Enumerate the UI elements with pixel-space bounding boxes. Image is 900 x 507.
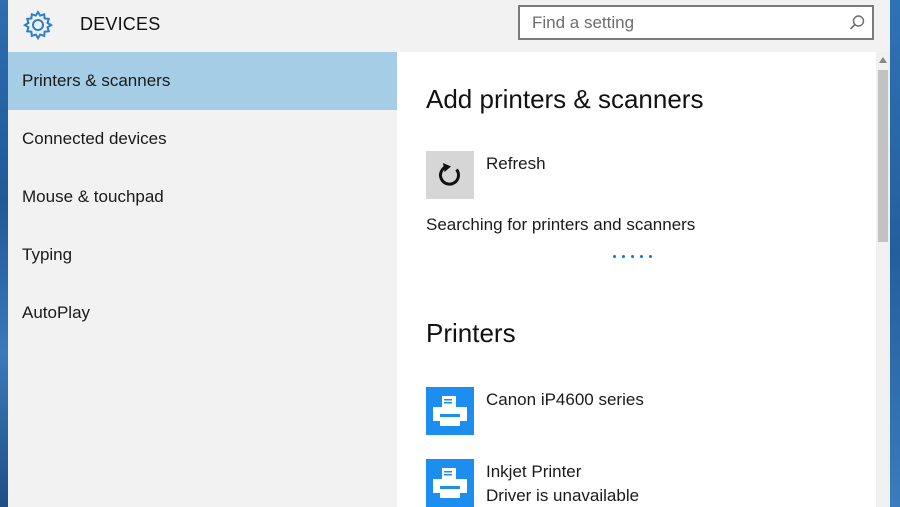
printers-heading: Printers — [426, 318, 516, 348]
search-box[interactable] — [518, 5, 874, 40]
refresh-label[interactable]: Refresh — [486, 154, 546, 174]
printer-name[interactable]: Inkjet Printer — [486, 462, 581, 482]
sidebar-item-printers-scanners[interactable]: Printers & scanners — [8, 52, 397, 110]
sidebar-item-connected-devices[interactable]: Connected devices — [8, 110, 397, 168]
main-content: Add printers & scanners Refresh Searchin… — [397, 52, 890, 507]
vertical-scrollbar[interactable] — [876, 52, 890, 507]
refresh-icon — [439, 163, 460, 186]
header-bar: DEVICES — [8, 0, 890, 52]
sidebar-item-mouse-touchpad[interactable]: Mouse & touchpad — [8, 168, 397, 226]
sidebar-item-typing[interactable]: Typing — [8, 226, 397, 284]
scroll-thumb[interactable] — [878, 70, 888, 242]
desktop-background-left — [0, 0, 8, 507]
progress-dots — [613, 245, 661, 258]
search-input[interactable] — [520, 7, 832, 38]
gear-icon[interactable] — [22, 9, 54, 41]
search-icon[interactable] — [848, 14, 866, 32]
refresh-button[interactable] — [426, 151, 474, 199]
settings-window: DEVICES Printers & scanners Connected de… — [8, 0, 890, 507]
desktop-background-right — [890, 0, 900, 507]
scroll-up-arrow-icon[interactable] — [878, 56, 888, 64]
searching-status: Searching for printers and scanners — [426, 215, 696, 234]
sidebar-item-autoplay[interactable]: AutoPlay — [8, 284, 397, 342]
sidebar: Printers & scanners Connected devices Mo… — [8, 52, 397, 507]
printer-tile-canon[interactable] — [426, 387, 474, 435]
printer-name[interactable]: Canon iP4600 series — [486, 390, 644, 410]
add-printers-heading: Add printers & scanners — [426, 84, 704, 114]
printer-tile-inkjet[interactable] — [426, 459, 474, 507]
printer-icon — [433, 396, 467, 426]
printer-icon — [433, 468, 467, 498]
printer-status: Driver is unavailable — [486, 486, 640, 505]
page-title: DEVICES — [80, 14, 161, 34]
